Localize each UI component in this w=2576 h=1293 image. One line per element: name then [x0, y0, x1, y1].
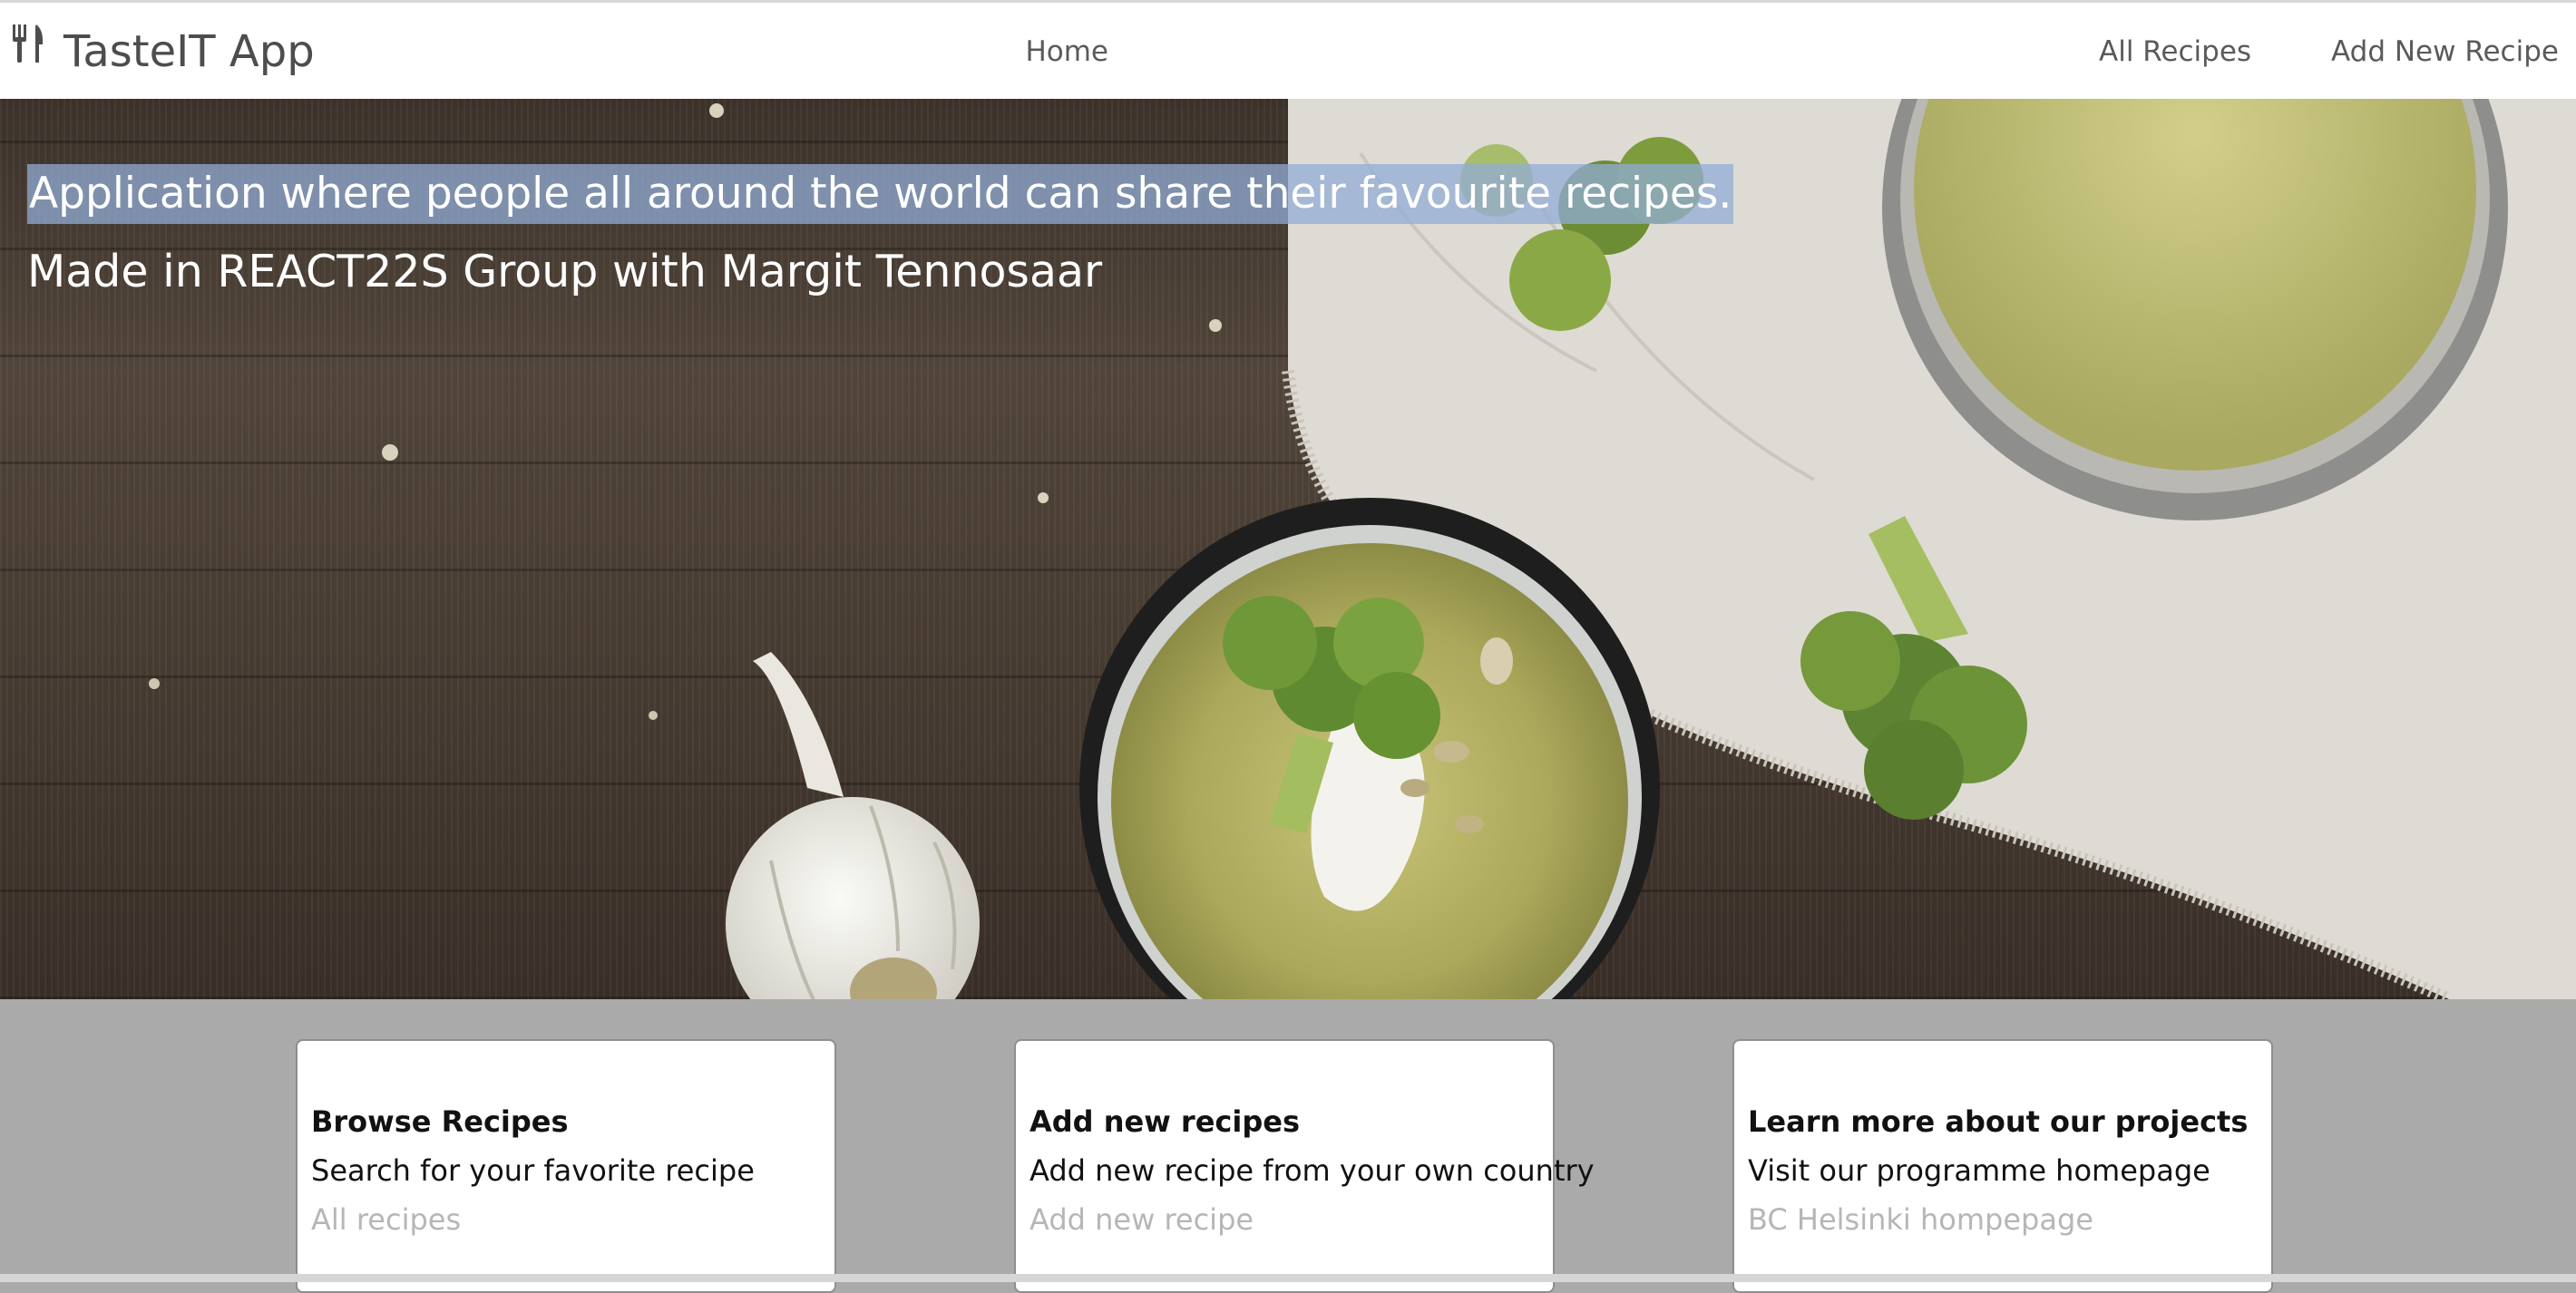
hero-text: Application where people all around the …: [27, 164, 1734, 302]
card-text: Add new recipe from your own country: [1029, 1153, 1595, 1188]
card-title: Browse Recipes: [311, 1104, 569, 1139]
card-link-add-new-recipe[interactable]: Add new recipe: [1029, 1202, 1254, 1237]
navbar: TasteIT App Home All Recipes Add New Rec…: [0, 3, 2576, 99]
card-link-bc-helsinki[interactable]: BC Helsinki hompepage: [1748, 1202, 2093, 1237]
card-link-all-recipes[interactable]: All recipes: [311, 1202, 461, 1237]
hero-banner: Application where people all around the …: [0, 99, 2576, 999]
card-title: Learn more about our projects: [1748, 1104, 2249, 1139]
card-learn-more: Learn more about our projects Visit our …: [1732, 1039, 2273, 1293]
fork-knife-icon: [13, 24, 44, 63]
nav-link-home[interactable]: Home: [1025, 32, 1108, 72]
card-text: Visit our programme homepage: [1748, 1153, 2210, 1188]
brand-title[interactable]: TasteIT App: [63, 24, 315, 79]
card-title: Add new recipes: [1029, 1104, 1300, 1139]
nav-link-all-recipes[interactable]: All Recipes: [2099, 32, 2251, 72]
card-text: Search for your favorite recipe: [311, 1153, 755, 1188]
hero-subline: Made in REACT22S Group with Margit Tenno…: [27, 246, 1103, 297]
card-add-new-recipes: Add new recipes Add new recipe from your…: [1014, 1039, 1595, 1293]
hero-headline: Application where people all around the …: [27, 164, 1734, 224]
bottom-border: [0, 1274, 2576, 1282]
card-browse-recipes: Browse Recipes Search for your favorite …: [296, 1039, 836, 1293]
nav-link-add-new-recipe[interactable]: Add New Recipe: [2331, 32, 2559, 72]
